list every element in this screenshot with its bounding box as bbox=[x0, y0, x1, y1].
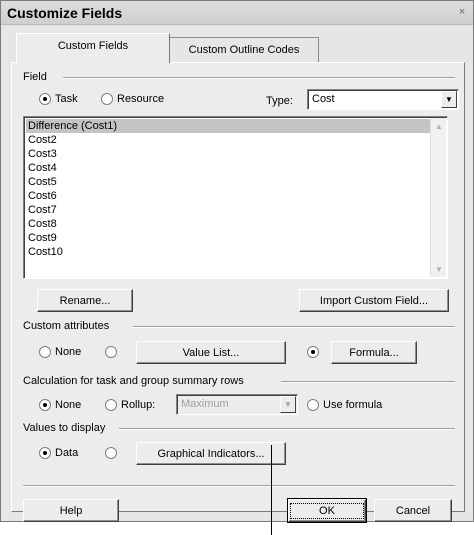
dialog-title: Customize Fields bbox=[7, 5, 123, 21]
type-select-value: Cost bbox=[312, 93, 335, 105]
radio-icon bbox=[105, 447, 117, 459]
import-button-label: Import Custom Field... bbox=[319, 294, 429, 307]
chevron-down-icon[interactable]: ▼ bbox=[431, 261, 447, 277]
tab-custom-fields[interactable]: Custom Fields bbox=[16, 33, 170, 63]
task-radio[interactable]: Task bbox=[39, 93, 78, 105]
radio-icon bbox=[307, 399, 319, 411]
calculation-divider bbox=[281, 381, 455, 383]
rollup-label: Rollup: bbox=[121, 399, 156, 411]
calculation-label: Calculation for task and group summary r… bbox=[23, 375, 244, 387]
help-button[interactable]: Help bbox=[23, 499, 119, 522]
list-item[interactable]: Cost7 bbox=[26, 203, 430, 217]
value-list-button[interactable]: Value List... bbox=[136, 341, 286, 364]
attributes-none-radio[interactable]: None bbox=[39, 346, 81, 358]
display-data-label: Data bbox=[55, 447, 79, 459]
field-group-label: Field bbox=[23, 71, 47, 83]
title-bar: Customize Fields × bbox=[1, 1, 473, 25]
calculation-none-label: None bbox=[55, 399, 82, 411]
ok-button-label: OK bbox=[290, 502, 364, 519]
resource-radio-label: Resource bbox=[117, 93, 165, 105]
close-icon[interactable]: × bbox=[455, 5, 469, 19]
graphical-indicators-label: Graphical Indicators... bbox=[157, 447, 265, 460]
import-custom-field-button[interactable]: Import Custom Field... bbox=[299, 289, 449, 312]
chevron-down-icon[interactable]: ▼ bbox=[441, 91, 457, 108]
rename-button-label: Rename... bbox=[59, 294, 111, 307]
use-formula-label: Use formula bbox=[323, 399, 383, 411]
footer-divider bbox=[23, 485, 455, 487]
list-item[interactable]: Cost4 bbox=[26, 161, 430, 175]
radio-icon bbox=[105, 346, 117, 358]
calculation-none-radio[interactable]: None bbox=[39, 399, 81, 411]
list-item[interactable]: Cost8 bbox=[26, 217, 430, 231]
field-list[interactable]: Difference (Cost1) Cost2 Cost3 Cost4 Cost5 Co… bbox=[23, 116, 448, 279]
field-list-items: Difference (Cost1) Cost2 Cost3 Cost4 Cost5 Co… bbox=[26, 119, 430, 259]
radio-icon bbox=[39, 346, 51, 358]
radio-icon bbox=[105, 399, 117, 411]
list-item[interactable]: Cost5 bbox=[26, 175, 430, 189]
type-label: Type: bbox=[266, 95, 293, 107]
rename-button[interactable]: Rename... bbox=[37, 289, 133, 312]
graphical-indicators-button[interactable]: Graphical Indicators... bbox=[136, 442, 286, 465]
field-divider bbox=[63, 77, 455, 79]
ok-button[interactable]: OK bbox=[287, 498, 367, 523]
rollup-select-value: Maximum bbox=[181, 398, 229, 410]
callout-line bbox=[271, 445, 272, 535]
custom-attributes-label: Custom attributes bbox=[23, 320, 110, 332]
help-button-label: Help bbox=[59, 504, 83, 517]
list-item[interactable]: Cost3 bbox=[26, 147, 430, 161]
display-graphical-radio[interactable] bbox=[105, 447, 117, 459]
cancel-button-label: Cancel bbox=[395, 504, 431, 517]
values-display-label: Values to display bbox=[23, 422, 106, 434]
formula-button-label: Formula... bbox=[349, 346, 399, 359]
customize-fields-dialog: Customize Fields × Custom Fields Custom … bbox=[0, 0, 474, 523]
chevron-down-icon: ▼ bbox=[280, 396, 296, 413]
list-item[interactable]: Cost10 bbox=[26, 245, 430, 259]
radio-icon bbox=[39, 93, 51, 105]
list-item[interactable]: Cost9 bbox=[26, 231, 430, 245]
task-radio-label: Task bbox=[55, 93, 78, 105]
list-item[interactable]: Cost6 bbox=[26, 189, 430, 203]
attributes-formula-radio[interactable] bbox=[307, 346, 319, 358]
type-select[interactable]: Cost ▼ bbox=[307, 89, 459, 110]
radio-icon bbox=[39, 447, 51, 459]
list-item[interactable]: Cost2 bbox=[26, 133, 430, 147]
formula-button[interactable]: Formula... bbox=[331, 341, 417, 364]
tab-custom-outline-codes[interactable]: Custom Outline Codes bbox=[169, 37, 319, 63]
custom-attributes-divider bbox=[133, 326, 455, 328]
attributes-value-list-radio[interactable] bbox=[105, 346, 117, 358]
chevron-up-icon[interactable]: ▲ bbox=[431, 118, 447, 134]
resource-radio[interactable]: Resource bbox=[101, 93, 164, 105]
radio-icon bbox=[39, 399, 51, 411]
rollup-radio[interactable]: Rollup: bbox=[105, 399, 155, 411]
rollup-select: Maximum ▼ bbox=[176, 394, 298, 415]
list-item[interactable]: Difference (Cost1) bbox=[26, 119, 430, 133]
list-scrollbar[interactable]: ▲ ▼ bbox=[430, 118, 446, 277]
display-data-radio[interactable]: Data bbox=[39, 447, 78, 459]
attributes-none-label: None bbox=[55, 346, 82, 358]
value-list-button-label: Value List... bbox=[182, 346, 240, 359]
cancel-button[interactable]: Cancel bbox=[374, 499, 452, 522]
radio-icon bbox=[101, 93, 113, 105]
use-formula-radio[interactable]: Use formula bbox=[307, 399, 382, 411]
values-display-divider bbox=[119, 428, 455, 430]
radio-icon bbox=[307, 346, 319, 358]
